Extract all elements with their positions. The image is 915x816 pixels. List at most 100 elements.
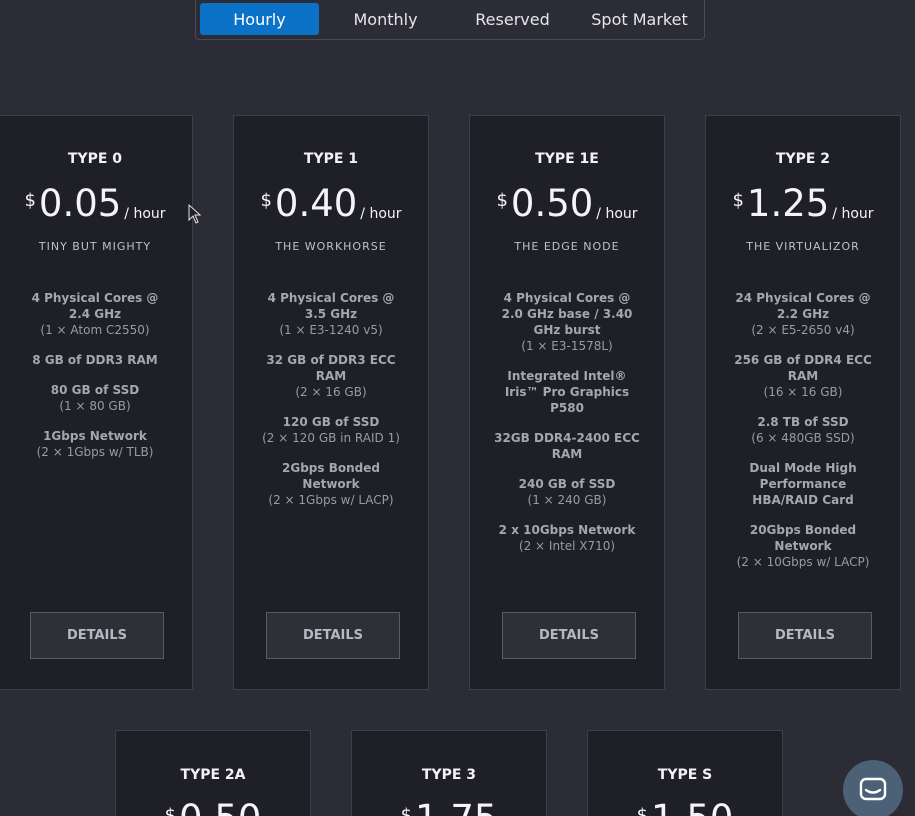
spec-sub: (1 × E3-1240 v5)	[279, 323, 383, 337]
spec-main: 24 Physical Cores @ 2.2 GHz	[735, 291, 871, 321]
plan-price: $ 1.25 / hour	[706, 182, 900, 226]
plan-price: $ 0.50 / hour	[470, 182, 664, 226]
spec-sub: (16 × 16 GB)	[763, 385, 843, 399]
plan-title: TYPE 1E	[535, 151, 599, 167]
plan-title: TYPE S	[657, 767, 713, 783]
price-amount: 1.50	[651, 797, 733, 816]
spec-main: Dual Mode High Performance HBA/RAID Card	[749, 461, 857, 507]
spec-sub: (1 × 80 GB)	[59, 399, 131, 413]
spec-sub: (2 × E5-2650 v4)	[751, 323, 855, 337]
price-amount: 0.05	[38, 182, 122, 225]
tab-reserved[interactable]: Reserved	[453, 3, 572, 35]
plan-tagline: THE VIRTUALIZOR	[746, 240, 860, 253]
price-currency: $	[260, 190, 272, 211]
plan-card-type-1e: TYPE 1E $ 0.50 / hour THE EDGE NODE 4 Ph…	[469, 115, 665, 690]
price-currency: $	[732, 190, 744, 211]
spec-item: 256 GB of DDR4 ECC RAM (16 × 16 GB)	[728, 352, 878, 400]
spec-main: 256 GB of DDR4 ECC RAM	[734, 353, 872, 383]
plan-price: $ 0.05 / hour	[0, 182, 192, 226]
details-button[interactable]: DETAILS	[738, 612, 872, 659]
price-unit: / hour	[124, 206, 166, 222]
spec-item: 80 GB of SSD (1 × 80 GB)	[20, 382, 170, 414]
tab-monthly[interactable]: Monthly	[326, 3, 445, 35]
plan-card-type-2a: TYPE 2A $ 0.50	[115, 730, 311, 816]
spec-item: 8 GB of DDR3 RAM	[20, 352, 170, 368]
spec-item: 2Gbps Bonded Network (2 × 1Gbps w/ LACP)	[256, 460, 406, 508]
plan-price: $ 1.75	[352, 797, 546, 816]
price-currency: $	[400, 805, 413, 816]
plan-tagline: TINY BUT MIGHTY	[38, 240, 152, 253]
spec-item: 24 Physical Cores @ 2.2 GHz (2 × E5-2650 …	[728, 290, 878, 338]
billing-period-tabs: Hourly Monthly Reserved Spot Market	[195, 0, 705, 40]
spec-item: 32 GB of DDR3 ECC RAM (2 × 16 GB)	[256, 352, 406, 400]
tab-hourly[interactable]: Hourly	[200, 3, 319, 35]
spec-item: 2 x 10Gbps Network (2 × Intel X710)	[492, 522, 642, 554]
spec-item: Integrated Intel® Iris™ Pro Graphics P58…	[492, 368, 642, 416]
spec-main: 120 GB of SSD	[282, 415, 380, 429]
plan-card-type-1: TYPE 1 $ 0.40 / hour THE WORKHORSE 4 Phy…	[233, 115, 429, 690]
spec-main: 8 GB of DDR3 RAM	[32, 353, 158, 367]
spec-sub: (1 × E3-1578L)	[521, 339, 613, 353]
spec-main: 80 GB of SSD	[50, 383, 140, 397]
spec-main: 1Gbps Network	[43, 429, 147, 443]
plan-specs: 24 Physical Cores @ 2.2 GHz (2 × E5-2650 …	[728, 290, 878, 584]
pricing-page: Hourly Monthly Reserved Spot Market TYPE…	[0, 0, 915, 816]
spec-sub: (1 × Atom C2550)	[40, 323, 150, 337]
spec-sub: (2 × 1Gbps w/ TLB)	[36, 445, 154, 459]
spec-item: 240 GB of SSD (1 × 240 GB)	[492, 476, 642, 508]
details-button[interactable]: DETAILS	[266, 612, 400, 659]
spec-item: 4 Physical Cores @ 2.0 GHz base / 3.40 G…	[492, 290, 642, 354]
details-button[interactable]: DETAILS	[502, 612, 636, 659]
spec-main: 32GB DDR4-2400 ECC RAM	[494, 431, 640, 461]
price-unit: / hour	[360, 206, 402, 222]
plan-card-type-2: TYPE 2 $ 1.25 / hour THE VIRTUALIZOR 24 …	[705, 115, 901, 690]
chat-launcher-button[interactable]	[843, 760, 903, 816]
spec-item: 20Gbps Bonded Network (2 × 10Gbps w/ LACP…	[728, 522, 878, 570]
plan-title: TYPE 1	[303, 151, 359, 167]
spec-sub: (2 × 10Gbps w/ LACP)	[736, 555, 870, 569]
details-button[interactable]: DETAILS	[30, 612, 164, 659]
price-amount: 1.25	[746, 182, 830, 225]
spec-sub: (1 × 240 GB)	[527, 493, 607, 507]
plan-tagline: THE EDGE NODE	[514, 240, 620, 253]
plan-price: $ 0.40 / hour	[234, 182, 428, 226]
spec-main: 4 Physical Cores @ 2.0 GHz base / 3.40 G…	[501, 291, 633, 337]
spec-item: 2.8 TB of SSD (6 × 480GB SSD)	[728, 414, 878, 446]
price-unit: / hour	[832, 206, 874, 222]
spec-main: Integrated Intel® Iris™ Pro Graphics P58…	[504, 369, 630, 415]
plan-card-type-3: TYPE 3 $ 1.75	[351, 730, 547, 816]
tab-spot-market[interactable]: Spot Market	[580, 3, 699, 35]
plan-title: TYPE 2A	[180, 767, 246, 783]
price-unit: / hour	[596, 206, 638, 222]
plan-specs: 4 Physical Cores @ 2.0 GHz base / 3.40 G…	[492, 290, 642, 568]
plan-title: TYPE 2	[775, 151, 831, 167]
price-amount: 0.40	[274, 182, 358, 225]
spec-item: 4 Physical Cores @ 2.4 GHz (1 × Atom C255…	[20, 290, 170, 338]
spec-main: 4 Physical Cores @ 3.5 GHz	[267, 291, 395, 321]
plan-card-type-0: TYPE 0 $ 0.05 / hour TINY BUT MIGHTY 4 P…	[0, 115, 193, 690]
plan-title: TYPE 3	[421, 767, 477, 783]
mouse-cursor-icon	[188, 204, 202, 224]
plan-specs: 4 Physical Cores @ 3.5 GHz (1 × E3-1240 v…	[256, 290, 406, 522]
spec-main: 20Gbps Bonded Network	[749, 523, 857, 553]
spec-sub: (2 × 16 GB)	[295, 385, 367, 399]
spec-main: 32 GB of DDR3 ECC RAM	[266, 353, 396, 383]
price-currency: $	[496, 190, 508, 211]
plan-title: TYPE 0	[67, 151, 123, 167]
spec-item: 4 Physical Cores @ 3.5 GHz (1 × E3-1240 v…	[256, 290, 406, 338]
spec-item: 1Gbps Network (2 × 1Gbps w/ TLB)	[20, 428, 170, 460]
spec-item: Dual Mode High Performance HBA/RAID Card	[728, 460, 878, 508]
price-amount: 0.50	[179, 797, 261, 816]
spec-sub: (6 × 480GB SSD)	[751, 431, 855, 445]
spec-item: 120 GB of SSD (2 × 120 GB in RAID 1)	[256, 414, 406, 446]
price-amount: 0.50	[510, 182, 594, 225]
plan-price: $ 0.50	[116, 797, 310, 816]
spec-main: 2Gbps Bonded Network	[282, 461, 380, 491]
price-currency: $	[164, 805, 177, 816]
plan-card-type-s: TYPE S $ 1.50	[587, 730, 783, 816]
spec-sub: (2 × Intel X710)	[518, 539, 616, 553]
price-currency: $	[636, 805, 649, 816]
spec-main: 4 Physical Cores @ 2.4 GHz	[31, 291, 159, 321]
spec-main: 2.8 TB of SSD	[757, 415, 849, 429]
plan-price: $ 1.50	[588, 797, 782, 816]
